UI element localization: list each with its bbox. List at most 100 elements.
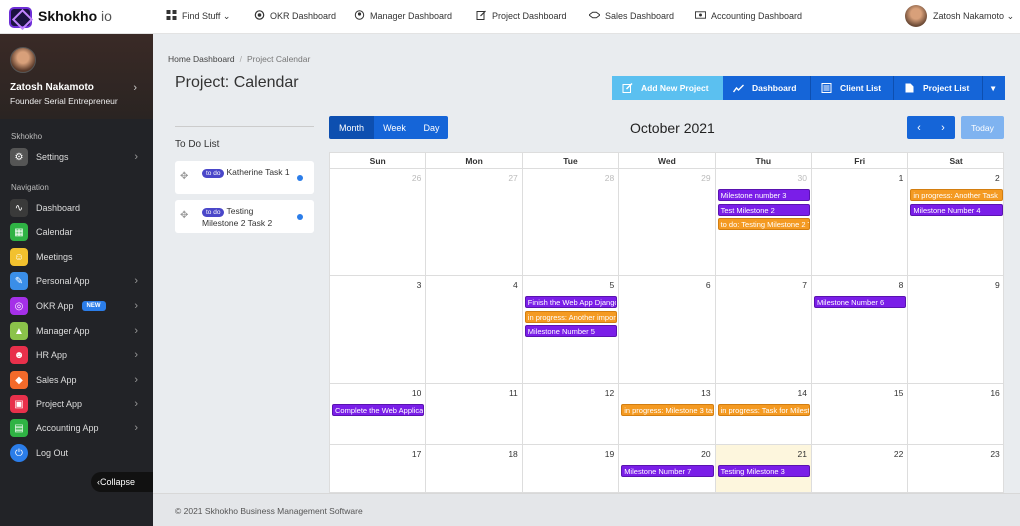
day-number[interactable]: 10 (412, 388, 421, 398)
day-cell[interactable]: 16 (908, 384, 1003, 445)
day-number[interactable]: 2 (995, 173, 1000, 183)
sidebar-item-hr-app[interactable]: ☻ HR App › (10, 346, 138, 364)
client-list-button[interactable]: Client List (810, 76, 893, 100)
day-cell[interactable]: 12 (522, 384, 620, 445)
todo-item[interactable]: ✥ to do Testing Milestone 2 Task 2 (175, 200, 314, 233)
calendar-event[interactable]: in progress: Milestone 3 task (621, 404, 714, 416)
nav-sales-dashboard[interactable]: Sales Dashboard (589, 10, 674, 21)
sidebar-item-sales-app[interactable]: ◆ Sales App › (10, 371, 138, 389)
day-cell[interactable]: 22 (812, 445, 909, 492)
sidebar-profile[interactable]: Zatosh Nakamoto Founder Serial Entrepren… (0, 34, 153, 119)
day-number[interactable]: 7 (802, 280, 807, 290)
day-cell[interactable]: 27 (426, 169, 523, 276)
sidebar-item-logout[interactable]: ⏻ Log Out (10, 444, 138, 462)
sidebar-item-calendar[interactable]: ▦ Calendar (10, 223, 138, 241)
brand-name[interactable]: Skhokho io (38, 8, 112, 24)
calendar-event[interactable]: in progress: Another Task (910, 189, 1003, 201)
day-number[interactable]: 18 (508, 449, 517, 459)
day-number[interactable]: 5 (609, 280, 614, 290)
user-menu[interactable]: Zatosh Nakamoto ⌄ (933, 11, 1014, 22)
sidebar-item-dashboard[interactable]: ∿ Dashboard (10, 199, 138, 217)
sidebar-item-meetings[interactable]: ☺ Meetings (10, 248, 138, 266)
day-number[interactable]: 11 (509, 388, 518, 398)
drag-handle-icon[interactable]: ✥ (180, 210, 188, 221)
calendar-event[interactable]: Testing Milestone 3 (717, 465, 810, 477)
day-cell[interactable]: 23 (908, 445, 1003, 492)
day-number[interactable]: 23 (990, 449, 999, 459)
day-number[interactable]: 29 (701, 173, 710, 183)
day-number[interactable]: 13 (701, 388, 710, 398)
day-cell[interactable]: 3 (330, 276, 427, 384)
day-number[interactable]: 22 (894, 449, 903, 459)
calendar-event[interactable]: in progress: Task for Milestone (717, 404, 810, 416)
sidebar-item-personal-app[interactable]: ✎ Personal App › (10, 272, 138, 290)
day-cell[interactable]: 28 (522, 169, 620, 276)
calendar-event[interactable]: Milestone Number 6 (814, 296, 907, 308)
day-number[interactable]: 15 (894, 388, 903, 398)
day-number[interactable]: 6 (706, 280, 711, 290)
day-cell[interactable]: 8 (812, 276, 909, 384)
day-number[interactable]: 21 (798, 449, 807, 459)
day-number[interactable]: 19 (605, 449, 614, 459)
drag-handle-icon[interactable]: ✥ (180, 171, 188, 182)
calendar-event[interactable]: Milestone Number 5 (524, 325, 618, 337)
day-number[interactable]: 8 (899, 280, 904, 290)
user-avatar[interactable] (905, 5, 927, 27)
day-number[interactable]: 4 (513, 280, 518, 290)
add-new-project-button[interactable]: Add New Project (612, 76, 723, 100)
calendar-event[interactable]: Milestone number 3 (717, 189, 810, 201)
day-number[interactable]: 1 (899, 173, 904, 183)
sidebar-item-accounting-app[interactable]: ▤ Accounting App › (10, 419, 138, 437)
day-cell[interactable]: 19 (523, 445, 620, 492)
day-number[interactable]: 26 (412, 173, 421, 183)
todo-item[interactable]: ✥ to do Katherine Task 1 (175, 161, 314, 194)
nav-accounting-dashboard[interactable]: Accounting Dashboard (695, 10, 802, 21)
day-number[interactable]: 30 (798, 173, 807, 183)
day-cell[interactable]: 1 (812, 169, 909, 276)
calendar-event[interactable]: Complete the Web Application (332, 404, 425, 416)
day-cell[interactable]: 26 (330, 169, 427, 276)
project-list-button[interactable]: Project List (893, 76, 982, 100)
dashboard-button[interactable]: Dashboard (723, 76, 810, 100)
nav-project-dashboard[interactable]: Project Dashboard (476, 10, 567, 21)
calendar-event[interactable]: in progress: Another important task (524, 310, 618, 323)
day-number[interactable]: 3 (417, 280, 422, 290)
today-button[interactable]: Today (961, 116, 1004, 139)
day-number[interactable]: 16 (990, 388, 999, 398)
day-cell[interactable]: 18 (426, 445, 523, 492)
nav-manager-dashboard[interactable]: Manager Dashboard (354, 10, 452, 21)
day-cell[interactable]: 17 (330, 445, 427, 492)
toolbar-dropdown-toggle[interactable]: ▾ (982, 76, 1005, 100)
day-number[interactable]: 12 (605, 388, 614, 398)
day-number[interactable]: 9 (995, 280, 1000, 290)
day-cell[interactable]: 29 (619, 169, 716, 276)
calendar-event[interactable]: Milestone Number 7 (621, 465, 714, 477)
calendar-event[interactable]: Milestone Number 4 (910, 203, 1003, 216)
view-week-button[interactable]: Week (374, 116, 415, 139)
day-cell[interactable]: 15 (812, 384, 909, 445)
day-number[interactable]: 27 (508, 173, 517, 183)
sidebar-item-okr-app[interactable]: ◎ OKR App NEW › (10, 297, 138, 315)
day-cell[interactable]: 2 (908, 169, 1003, 276)
day-number[interactable]: 20 (701, 449, 710, 459)
day-cell[interactable]: 4 (426, 276, 523, 384)
calendar-event[interactable]: Test Milestone 2 (717, 203, 810, 216)
breadcrumb-home[interactable]: Home Dashboard (168, 54, 235, 64)
sidebar-item-manager-app[interactable]: ▲ Manager App › (10, 322, 138, 340)
brand-logo-icon[interactable] (9, 7, 32, 28)
view-month-button[interactable]: Month (329, 116, 374, 139)
calendar-event[interactable]: Finish the Web App Django (524, 296, 618, 308)
day-cell[interactable]: 7 (715, 276, 812, 384)
collapse-button[interactable]: ‹Collapse (91, 472, 153, 492)
nav-find-stuff[interactable]: Find Stuff ⌄ (166, 10, 230, 22)
day-cell[interactable]: 9 (908, 276, 1003, 384)
day-cell[interactable]: 11 (426, 384, 523, 445)
day-cell[interactable]: 6 (619, 276, 716, 384)
next-month-button[interactable]: › (931, 116, 955, 139)
day-number[interactable]: 28 (605, 173, 614, 183)
day-number[interactable]: 14 (798, 388, 807, 398)
view-day-button[interactable]: Day (415, 116, 448, 139)
nav-okr-dashboard[interactable]: OKR Dashboard (254, 10, 336, 21)
sidebar-item-project-app[interactable]: ▣ Project App › (10, 395, 138, 413)
calendar-event[interactable]: to do: Testing Milestone 2 Task 2 (717, 218, 810, 230)
